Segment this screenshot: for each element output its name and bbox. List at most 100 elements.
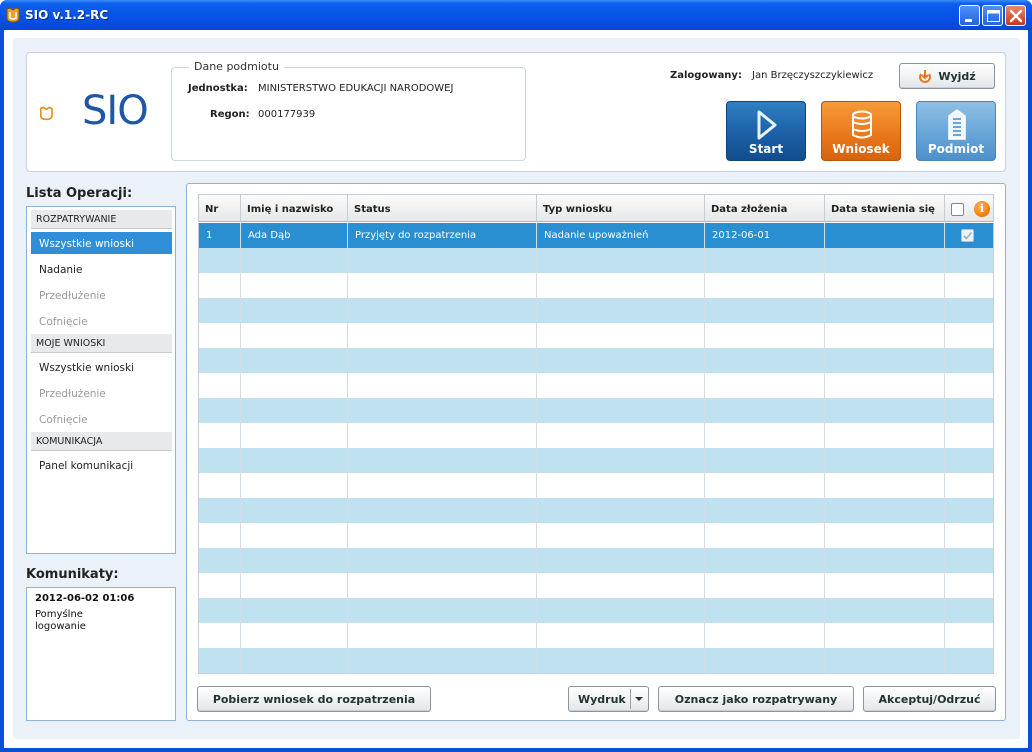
table-row[interactable]: 1 Ada Dąb Przyjęty do rozpatrzenia Nadanie … [199, 223, 993, 248]
table-cell [825, 473, 945, 498]
nav-podmiot-button[interactable]: Podmiot [916, 101, 996, 161]
table-row-empty[interactable] [199, 548, 993, 573]
message-text-line2: logowanie [35, 621, 86, 632]
table-row-empty[interactable] [199, 348, 993, 373]
table-cell [945, 448, 993, 473]
table-row-empty[interactable] [199, 248, 993, 273]
table-cell [945, 373, 993, 398]
table-row-empty[interactable] [199, 298, 993, 323]
table-cell [199, 523, 241, 548]
table-cell [241, 598, 348, 623]
table-cell [241, 248, 348, 273]
table-cell [199, 323, 241, 348]
building-icon [948, 109, 966, 140]
table-cell [348, 298, 537, 323]
column-header-nr[interactable]: Nr [199, 195, 241, 222]
mark-reviewed-button[interactable]: Oznacz jako rozpatrywany [658, 686, 854, 712]
table-row-empty[interactable] [199, 523, 993, 548]
table-cell [705, 398, 825, 423]
maximize-button[interactable] [982, 5, 1003, 26]
table-cell [199, 648, 241, 673]
info-icon[interactable]: i [974, 201, 990, 217]
sidebar-item-my-cofniecie[interactable]: Cofnięcie [31, 408, 172, 430]
column-header-date-filed[interactable]: Data złożenia [705, 195, 825, 222]
table-cell [705, 548, 825, 573]
table-cell [199, 498, 241, 523]
sidebar-item-nadanie[interactable]: Nadanie [31, 258, 172, 280]
table-row-empty[interactable] [199, 573, 993, 598]
table-row-empty[interactable] [199, 398, 993, 423]
table-cell [825, 398, 945, 423]
table-cell [241, 298, 348, 323]
table-row-empty[interactable] [199, 373, 993, 398]
table-cell [825, 448, 945, 473]
column-header-type[interactable]: Typ wniosku [537, 195, 705, 222]
sidebar-item-cofniecie[interactable]: Cofnięcie [31, 310, 172, 332]
column-header-status[interactable]: Status [348, 195, 537, 222]
table-cell [348, 423, 537, 448]
table-cell [945, 648, 993, 673]
table-cell [705, 498, 825, 523]
table-cell [705, 573, 825, 598]
table-cell [705, 248, 825, 273]
table-cell [705, 348, 825, 373]
column-header-name[interactable]: Imię i nazwisko [241, 195, 348, 222]
print-button[interactable]: Wydruk [568, 686, 649, 712]
operations-title: Lista Operacji: [26, 186, 133, 201]
table-cell: Przyjęty do rozpatrzenia [348, 223, 537, 248]
table-cell [241, 548, 348, 573]
table-cell [241, 448, 348, 473]
fetch-application-button[interactable]: Pobierz wniosek do rozpatrzenia [197, 686, 431, 712]
table-row-empty[interactable] [199, 323, 993, 348]
accept-reject-button[interactable]: Akceptuj/Odrzuć [863, 686, 996, 712]
table-row-empty[interactable] [199, 423, 993, 448]
sidebar-item-all-applications[interactable]: Wszystkie wnioski [31, 232, 172, 254]
select-all-checkbox[interactable] [951, 203, 964, 216]
entity-details-legend: Dane podmiotu [189, 60, 284, 73]
column-header-date-appear[interactable]: Data stawienia się [825, 195, 945, 222]
table-cell [825, 573, 945, 598]
logged-label: Zalogowany: [670, 70, 742, 81]
table-cell [537, 498, 705, 523]
minimize-button[interactable] [959, 5, 980, 26]
table-cell [705, 323, 825, 348]
table-row-empty[interactable] [199, 598, 993, 623]
table-cell [945, 548, 993, 573]
table-cell [537, 448, 705, 473]
table-cell [537, 648, 705, 673]
table-cell [348, 273, 537, 298]
table-cell [705, 423, 825, 448]
table-cell [241, 423, 348, 448]
table-row-empty[interactable] [199, 473, 993, 498]
table-cell [199, 448, 241, 473]
table-row-empty[interactable] [199, 273, 993, 298]
table-cell [705, 473, 825, 498]
sidebar-item-my-all-applications[interactable]: Wszystkie wnioski [31, 356, 172, 378]
sidebar-item-panel-komunikacji[interactable]: Panel komunikacji [31, 454, 172, 476]
sidebar-item-przedluzenie[interactable]: Przedłużenie [31, 284, 172, 306]
nav-wniosek-button[interactable]: Wniosek [821, 101, 901, 161]
title-bar[interactable]: SIO v.1.2-RC [0, 0, 1032, 30]
table-cell [537, 323, 705, 348]
table-row-empty[interactable] [199, 648, 993, 673]
table-cell [348, 323, 537, 348]
table-row-empty[interactable] [199, 623, 993, 648]
table-cell [241, 323, 348, 348]
table-cell [348, 548, 537, 573]
table-cell [537, 273, 705, 298]
nav-start-button[interactable]: Start [726, 101, 806, 161]
table-row-empty[interactable] [199, 498, 993, 523]
applications-table[interactable]: Nr Imię i nazwisko Status Typ wniosku Da… [198, 194, 994, 674]
logout-button[interactable]: Wyjdź [899, 63, 995, 89]
print-divider [630, 689, 631, 709]
table-cell [241, 623, 348, 648]
message-text-line1: Pomyślne [35, 609, 83, 620]
logout-label: Wyjdź [938, 69, 976, 83]
sidebar-item-my-przedluzenie[interactable]: Przedłużenie [31, 382, 172, 404]
table-cell [945, 598, 993, 623]
row-checkbox[interactable] [961, 229, 974, 242]
close-button[interactable] [1005, 5, 1026, 26]
table-row-empty[interactable] [199, 448, 993, 473]
table-cell [825, 623, 945, 648]
chevron-down-icon[interactable] [634, 696, 644, 702]
